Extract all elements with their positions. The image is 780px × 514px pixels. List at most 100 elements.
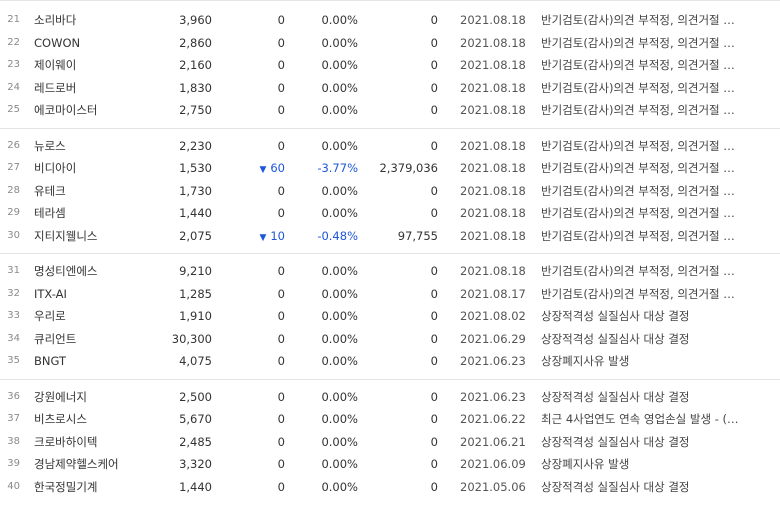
current-price: 30,300 (171, 331, 212, 346)
price-change: 0 (277, 354, 285, 368)
price-change: 0 (277, 331, 285, 346)
trade-volume: 0 (430, 80, 438, 95)
table-row: 40 한국정밀기계 1,440 0 0.00% 0 2021.05.06 상장적격성 실질심사… (0, 476, 780, 499)
trade-volume: 0 (430, 138, 438, 153)
table-row: 23 제이웨이 2,160 0 0.00% 0 2021.08.18 반기검토(감사)의견 부… (0, 54, 780, 77)
stock-name-link[interactable]: 강원에너지 (34, 386, 164, 409)
designation-date: 2021.08.18 (460, 183, 526, 198)
designation-date: 2021.08.18 (460, 228, 526, 243)
designation-date: 2021.06.23 (460, 354, 526, 368)
stock-name-link[interactable]: 테라셈 (34, 202, 164, 225)
row-group: 36 강원에너지 2,500 0 0.00% 0 2021.06.23 상장적격성 실질심사 … (0, 386, 780, 505)
trade-volume: 0 (430, 412, 438, 426)
designation-reason: 반기검토(감사)의견 부적정, 의견거절 … (541, 138, 735, 153)
trade-volume: 0 (430, 354, 438, 368)
stock-name-link[interactable]: 레드로버 (34, 77, 164, 100)
stock-name-link[interactable]: 소리바다 (34, 9, 164, 32)
change-rate: 0.00% (321, 103, 358, 117)
change-rate: 0.00% (321, 286, 358, 301)
designation-reason: 반기검토(감사)의견 부적정, 의견거절 … (541, 264, 735, 278)
stock-name-link[interactable]: 유테크 (34, 180, 164, 203)
table-row: 36 강원에너지 2,500 0 0.00% 0 2021.06.23 상장적격성 실질심사 … (0, 386, 780, 409)
stock-name-link[interactable]: 제이웨이 (34, 54, 164, 77)
change-rate: -0.48% (317, 228, 358, 243)
row-group: 26 뉴로스 2,230 0 0.00% 0 2021.08.18 반기검토(감사)의견 부적… (0, 135, 780, 254)
change-rate: -3.77% (317, 161, 358, 175)
change-rate: 0.00% (321, 434, 358, 449)
trade-volume: 0 (430, 13, 438, 27)
table-row: 39 경남제약헬스케어 3,320 0 0.00% 0 2021.06.09 상장폐지사유 발… (0, 453, 780, 476)
stock-name-link[interactable]: 크로바하이텍 (34, 431, 164, 454)
designation-date: 2021.08.02 (460, 309, 526, 323)
table-row: 32 ITX-AI 1,285 0 0.00% 0 2021.08.17 반기검토(감사)의견… (0, 283, 780, 306)
designation-date: 2021.08.18 (460, 80, 526, 95)
stock-name-link[interactable]: 비디아이 (34, 157, 164, 180)
designation-reason: 상장적격성 실질심사 대상 결정 (541, 389, 690, 404)
stock-table: 21 소리바다 3,960 0 0.00% 0 2021.08.18 반기검토(감사)의견 부… (0, 9, 780, 510)
trade-volume: 0 (430, 58, 438, 72)
price-change: 0 (277, 13, 285, 27)
row-number: 28 (7, 184, 20, 196)
designation-reason: 반기검토(감사)의견 부적정, 의견거절 … (541, 228, 735, 243)
table-row: 25 에코마이스터 2,750 0 0.00% 0 2021.08.18 반기검토(감사)의견… (0, 99, 780, 122)
trade-volume: 0 (430, 389, 438, 404)
down-arrow-icon: ▼ (259, 165, 267, 175)
table-row: 31 명성티엔에스 9,210 0 0.00% 0 2021.08.18 반기검토(감사)의견… (0, 260, 780, 283)
price-change: 0 (277, 479, 285, 494)
designation-reason: 반기검토(감사)의견 부적정, 의견거절 … (541, 161, 735, 175)
table-row: 22 COWON 2,860 0 0.00% 0 2021.08.18 반기검토(감사)의견 … (0, 32, 780, 55)
table-row: 30 지티지웰니스 2,075 ▼ 10 -0.48% 97,755 2021.08.18 반기… (0, 225, 780, 248)
current-price: 4,075 (179, 354, 212, 368)
change-rate: 0.00% (321, 479, 358, 494)
trade-volume: 0 (430, 434, 438, 449)
stock-name-link[interactable]: BNGT (34, 350, 164, 373)
current-price: 2,160 (179, 58, 212, 72)
current-price: 1,910 (179, 309, 212, 323)
designation-date: 2021.08.17 (460, 286, 526, 301)
stock-name-link[interactable]: 우리로 (34, 305, 164, 328)
stock-name-link[interactable]: 경남제약헬스케어 (34, 453, 164, 476)
stock-name-link[interactable]: 명성티엔에스 (34, 260, 164, 283)
row-number: 39 (7, 458, 20, 469)
stock-name-link[interactable]: 한국정밀기계 (34, 476, 164, 499)
trade-volume: 0 (430, 183, 438, 198)
trade-volume: 0 (430, 206, 438, 220)
price-change: 0 (277, 103, 285, 117)
designation-reason: 반기검토(감사)의견 부적정, 의견거절 … (541, 183, 735, 198)
row-number: 23 (7, 59, 20, 70)
stock-name-link[interactable]: 뉴로스 (34, 135, 164, 158)
current-price: 2,075 (179, 228, 212, 243)
designation-date: 2021.08.18 (460, 58, 526, 72)
stock-name-link[interactable]: ITX-AI (34, 283, 164, 306)
current-price: 1,830 (179, 80, 212, 95)
stock-name-link[interactable]: 에코마이스터 (34, 99, 164, 122)
price-change: 0 (277, 457, 285, 471)
designation-date: 2021.08.18 (460, 161, 526, 175)
row-group: 21 소리바다 3,960 0 0.00% 0 2021.08.18 반기검토(감사)의견 부… (0, 9, 780, 129)
change-rate: 0.00% (321, 58, 358, 72)
top-divider (0, 0, 780, 1)
price-change-value: 60 (270, 161, 285, 175)
designation-reason: 상장적격성 실질심사 대상 결정 (541, 434, 690, 449)
row-number: 33 (7, 310, 20, 321)
price-change: ▼ 60 (230, 157, 285, 182)
table-row: 37 비츠로시스 5,670 0 0.00% 0 2021.06.22 최근 4사업연도 연속… (0, 408, 780, 431)
designation-date: 2021.08.18 (460, 138, 526, 153)
stock-name-link[interactable]: COWON (34, 32, 164, 55)
current-price: 2,230 (179, 138, 212, 153)
designation-reason: 상장폐지사유 발생 (541, 457, 630, 471)
designation-date: 2021.06.29 (460, 331, 526, 346)
trade-volume: 0 (430, 35, 438, 50)
designation-reason: 반기검토(감사)의견 부적정, 의견거절 … (541, 35, 735, 50)
current-price: 5,670 (179, 412, 212, 426)
row-group: 31 명성티엔에스 9,210 0 0.00% 0 2021.08.18 반기검토(감사)의견… (0, 260, 780, 380)
stock-name-link[interactable]: 비츠로시스 (34, 408, 164, 431)
stock-name-link[interactable]: 큐리언트 (34, 328, 164, 351)
table-row: 24 레드로버 1,830 0 0.00% 0 2021.08.18 반기검토(감사)의견 부… (0, 77, 780, 100)
current-price: 1,730 (179, 183, 212, 198)
designation-date: 2021.08.18 (460, 264, 526, 278)
price-change: ▼ 10 (230, 225, 285, 250)
row-number: 36 (7, 390, 20, 402)
designation-date: 2021.08.18 (460, 13, 526, 27)
stock-name-link[interactable]: 지티지웰니스 (34, 225, 164, 248)
